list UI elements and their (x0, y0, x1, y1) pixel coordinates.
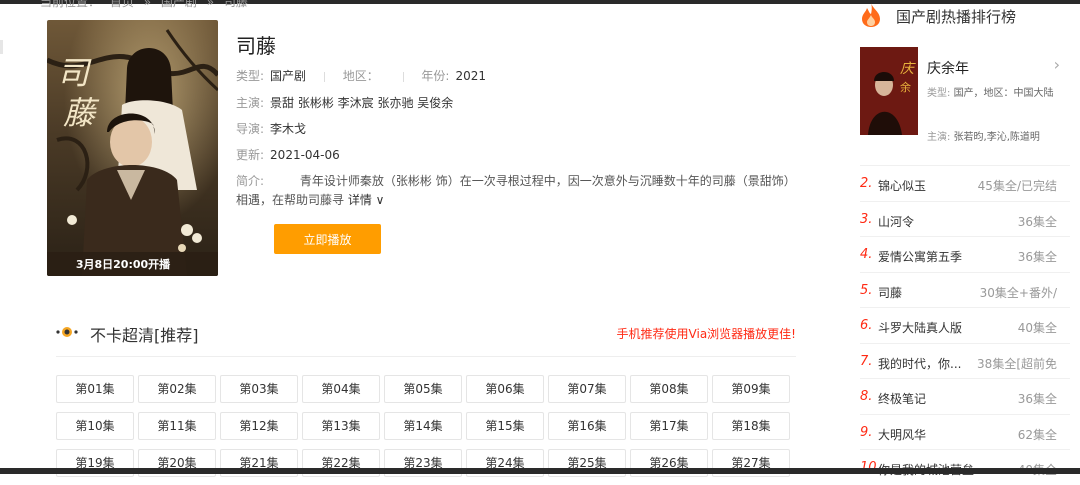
meta-updated-row: 更新: 2021-04-06 (236, 146, 340, 163)
source-dots-icon (56, 327, 78, 337)
poster-air-date: 3月8日20:00开播 (76, 257, 171, 271)
episode-button[interactable]: 第14集 (384, 412, 462, 440)
top-type-value: 国产，地区：中国大陆 (953, 88, 1054, 99)
episode-button[interactable]: 第07集 (548, 375, 626, 403)
breadcrumb-separator: » (143, 0, 152, 9)
type-label: 类型: (236, 69, 265, 83)
desc-text: 青年设计师秦放（张彬彬 饰）在一次寻根过程中，因一次意外与沉睡数十年的司藤（景甜… (236, 174, 796, 207)
rank-show-status: 30集全+番外/ (979, 285, 1057, 300)
episode-button[interactable]: 第10集 (56, 412, 134, 440)
episode-button[interactable]: 第18集 (712, 412, 790, 440)
browser-tip: 手机推荐使用Via浏览器播放更佳! (616, 327, 796, 341)
fire-icon (862, 3, 880, 27)
ranking-item[interactable]: 10.你是我的城池营垒40集全 (860, 449, 1070, 485)
episode-button[interactable]: 第03集 (220, 375, 298, 403)
year-label: 年份: (421, 69, 450, 83)
desc-more-link[interactable]: 详情 ∨ (348, 193, 385, 207)
updated-label: 更新: (236, 148, 265, 162)
meta-divider (402, 71, 404, 82)
top-type-label: 类型: (927, 88, 951, 99)
source-title[interactable]: 不卡超清[推荐] (90, 322, 199, 346)
source-header: 不卡超清[推荐] 手机推荐使用Via浏览器播放更佳! (56, 316, 796, 357)
ranking-item[interactable]: 7. 我的时代，你... 38集全[超前免 (860, 342, 1070, 379)
svg-text:藤: 藤 (63, 94, 100, 132)
episode-button[interactable]: 第08集 (630, 375, 708, 403)
episode-button[interactable]: 第11集 (138, 412, 216, 440)
episode-button[interactable]: 第09集 (712, 375, 790, 403)
top-show-thumbnail[interactable]: 庆 余 (860, 47, 918, 135)
meta-director-row: 导演: 李木戈 (236, 120, 306, 137)
updated-value: 2021-04-06 (270, 148, 340, 162)
episode-button[interactable]: 第04集 (302, 375, 380, 403)
top-cast-value: 张若昀,李沁,陈道明 (953, 132, 1040, 143)
ranking-item[interactable]: 3. 山河令 36集全 (860, 200, 1070, 237)
ranking-item[interactable]: 8. 终极笔记 36集全 (860, 378, 1070, 414)
rank-show-status: 40集全 (1017, 321, 1057, 335)
top-show-name[interactable]: 庆余年 (927, 58, 969, 78)
desc-label: 简介: (236, 174, 265, 188)
type-value[interactable]: 国产剧 (270, 69, 306, 83)
rank-show-status: 36集全 (1017, 250, 1057, 264)
left-edge-tab (0, 40, 3, 54)
ranking-item[interactable]: 5. 司藤 30集全+番外/ (860, 271, 1070, 308)
rank-show-status: 62集全 (1017, 427, 1057, 442)
svg-text:庆: 庆 (900, 61, 916, 77)
bottom-bar (0, 468, 1080, 474)
breadcrumb: 当前位置： 首页 » 国产剧 » 司藤 (40, 0, 254, 10)
ranking-item[interactable]: 2. 锦心似玉 45集全/已完结 (860, 165, 1070, 201)
top-show-info: 类型: 国产，地区：中国大陆 (927, 85, 1063, 102)
rank-show-status: 36集全 (1017, 214, 1057, 229)
top-show-cast: 主演: 张若昀,李沁,陈道明 (927, 128, 1040, 143)
breadcrumb-separator: » (206, 0, 215, 9)
episode-button[interactable]: 第05集 (384, 375, 462, 403)
episode-button[interactable]: 第15集 (466, 412, 544, 440)
region-label: 地区： (342, 69, 379, 83)
breadcrumb-current: 司藤 (223, 0, 248, 9)
breadcrumb-category-link[interactable]: 国产剧 (161, 0, 197, 9)
episode-button[interactable]: 第13集 (302, 412, 380, 440)
episode-button[interactable]: 第01集 (56, 375, 134, 403)
show-poster[interactable]: 司 藤 3月8日20:00开播 (47, 20, 218, 276)
rank-show-status: 38集全[超前免 (977, 356, 1057, 371)
cast-label: 主演: (236, 96, 265, 110)
breadcrumb-prefix: 当前位置： (40, 0, 101, 9)
episode-button[interactable]: 第06集 (466, 375, 544, 403)
svg-text:余: 余 (900, 80, 911, 94)
show-title: 司藤 (236, 34, 276, 58)
ranking-item[interactable]: 9. 大明风华 62集全 (860, 413, 1070, 450)
ranking-item[interactable]: 6. 斗罗大陆真人版 40集全 (860, 307, 1070, 343)
ranking-item[interactable]: 4. 爱情公寓第五季 36集全 (860, 236, 1070, 272)
play-now-button[interactable]: 立即播放 (274, 224, 381, 254)
top-cast-label: 主演: (927, 132, 951, 143)
episode-button[interactable]: 第12集 (220, 412, 298, 440)
meta-type-row: 类型: 国产剧 地区： 年份: 2021 (236, 67, 486, 84)
description: 简介: 青年设计师秦放（张彬彬 饰）在一次寻根过程中，因一次意外与沉睡数十年的司… (236, 172, 801, 210)
poster-image: 司 藤 3月8日20:00开播 (47, 20, 218, 276)
cast-value[interactable]: 景甜 张彬彬 李沐宸 张亦驰 吴俊余 (270, 96, 453, 110)
svg-text:司: 司 (57, 54, 92, 92)
chevron-right-icon[interactable]: › (1054, 55, 1060, 74)
year-value: 2021 (455, 69, 486, 83)
meta-divider (323, 71, 325, 82)
rank-show-status: 45集全/已完结 (977, 179, 1057, 193)
ranking-header: 国产剧热播排行榜 (860, 2, 1060, 30)
ranking-title: 国产剧热播排行榜 (896, 8, 1017, 26)
episode-button[interactable]: 第16集 (548, 412, 626, 440)
director-value[interactable]: 李木戈 (270, 122, 306, 136)
rank-show-status: 36集全 (1017, 392, 1057, 406)
ranking-top-card[interactable]: 庆 余 庆余年 › 类型: 国产，地区：中国大陆 主演: 张若昀,李沁,陈道明 (860, 47, 1064, 157)
episode-button[interactable]: 第17集 (630, 412, 708, 440)
meta-cast-row: 主演: 景甜 张彬彬 李沐宸 张亦驰 吴俊余 (236, 94, 453, 111)
breadcrumb-home-link[interactable]: 首页 (110, 0, 134, 9)
episode-button[interactable]: 第02集 (138, 375, 216, 403)
director-label: 导演: (236, 122, 265, 136)
